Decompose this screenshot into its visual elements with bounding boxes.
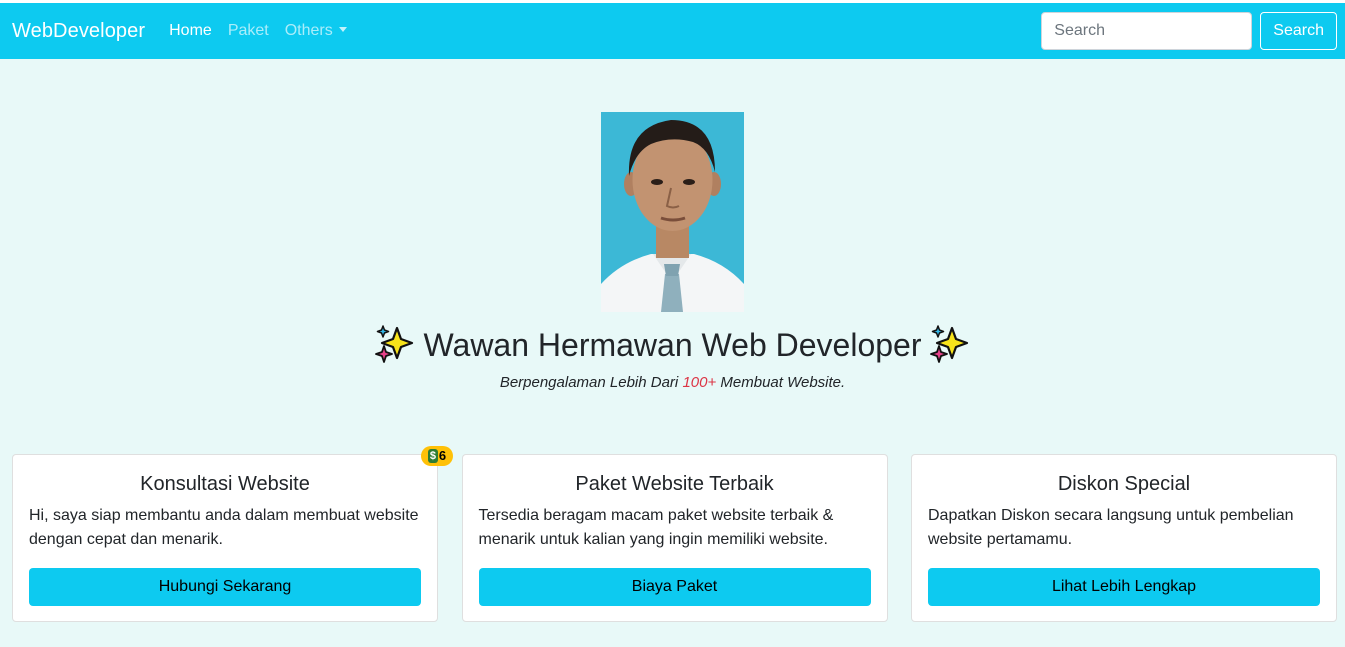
search-form: Search	[1041, 12, 1337, 50]
card-konsultasi: $6 Konsultasi Website Hi, saya siap memb…	[12, 446, 453, 622]
nav-dropdown-label: Others	[284, 22, 333, 39]
card-text: Hi, saya siap membantu anda dalam membua…	[29, 507, 419, 548]
navbar: WebDeveloper Home Paket Others Search	[0, 3, 1345, 59]
card-title: Paket Website Terbaik	[575, 473, 774, 495]
subtitle-text-end: Membuat Website.	[716, 374, 846, 391]
hero-subtitle: Berpengalaman Lebih Dari 100+ Membuat We…	[0, 374, 1345, 391]
hero-title: Wawan Hermawan Web Developer	[0, 324, 1345, 364]
biaya-paket-button[interactable]: Biaya Paket	[478, 568, 871, 606]
badge-count: 6	[438, 448, 447, 463]
hero-section: Wawan Hermawan Web Developer Berpengalam…	[0, 59, 1345, 391]
lihat-lebih-lengkap-button[interactable]: Lihat Lebih Lengkap	[928, 568, 1320, 606]
profile-photo	[601, 112, 744, 312]
card-text: Tersedia beragam macam paket website ter…	[478, 507, 834, 548]
navbar-brand[interactable]: WebDeveloper	[12, 20, 145, 43]
nav-link-home[interactable]: Home	[169, 22, 212, 40]
card-paket: Paket Website Terbaik Tersedia beragam m…	[461, 454, 888, 622]
dollar-icon: $	[427, 449, 438, 463]
search-input[interactable]	[1041, 12, 1253, 50]
caret-down-icon	[338, 27, 347, 32]
card-title: Konsultasi Website	[140, 473, 310, 495]
sparkles-icon	[374, 325, 413, 363]
notification-badge: $6	[421, 446, 453, 466]
subtitle-text-start: Berpengalaman Lebih Dari	[499, 374, 683, 391]
card-row: $6 Konsultasi Website Hi, saya siap memb…	[12, 446, 1337, 622]
card-text: Dapatkan Diskon secara langsung untuk pe…	[928, 507, 1294, 548]
card-title: Diskon Special	[1057, 473, 1191, 495]
nav-link-paket[interactable]: Paket	[228, 22, 269, 40]
hubungi-sekarang-button[interactable]: Hubungi Sekarang	[29, 568, 421, 606]
card-diskon: Diskon Special Dapatkan Diskon secara la…	[911, 454, 1337, 622]
search-button[interactable]: Search	[1260, 12, 1337, 50]
nav-dropdown-others[interactable]: Others	[285, 22, 347, 40]
sparkles-icon	[930, 325, 969, 363]
experience-count: 100+	[682, 374, 717, 391]
hero-title-text: Wawan Hermawan Web Developer	[423, 327, 922, 363]
